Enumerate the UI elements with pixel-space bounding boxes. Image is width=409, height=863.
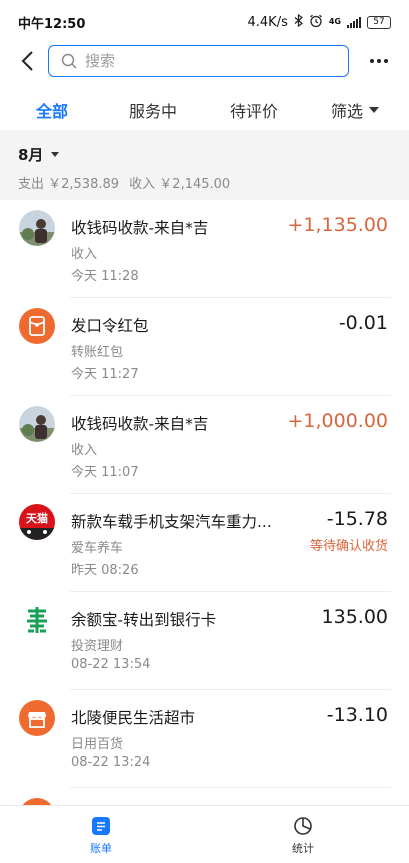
store-icon (19, 700, 55, 736)
transaction-title: 新款车载手机支架汽车重力... (71, 513, 272, 531)
status-time: 中午12:50 (18, 16, 86, 32)
month-label: 8月 (18, 146, 44, 164)
transaction-title: 发口令红包 (71, 317, 149, 335)
search-box[interactable] (48, 45, 349, 77)
search-header (0, 44, 409, 80)
tab-all[interactable]: 全部 (36, 98, 68, 122)
bluetooth-icon (294, 13, 303, 30)
month-selector[interactable]: 8月 (18, 144, 60, 165)
nav-statistics-label: 统计 (292, 842, 314, 855)
more-dot-icon (377, 59, 381, 63)
month-income: 收入 ￥2,145.00 (129, 177, 231, 192)
bottom-navigation: 账单 统计 (0, 805, 409, 863)
user-avatar-icon (19, 210, 55, 246)
red-packet-icon (19, 308, 55, 344)
dropdown-arrow-icon (369, 107, 380, 113)
tab-in-service[interactable]: 服务中 (129, 98, 177, 122)
svg-text:天猫: 天猫 (26, 511, 48, 525)
transaction-category: 爱车养车 (71, 541, 124, 556)
transaction-list: 收钱码收款-来自*吉 收入 今天 11:28 +1,135.00 发口令红包 转… (0, 200, 409, 834)
transaction-category: 投资理财 (71, 639, 124, 654)
more-options-button[interactable] (363, 46, 395, 76)
nav-bill[interactable]: 账单 (71, 816, 131, 856)
nav-statistics[interactable]: 统计 (273, 816, 333, 856)
more-dot-icon (384, 59, 388, 63)
search-input[interactable] (85, 52, 325, 70)
transaction-time: 今天 11:28 (71, 269, 139, 284)
user-avatar-icon (19, 406, 55, 442)
transaction-item[interactable]: 收钱码收款-来自*吉 收入 今天 11:07 +1,000.00 (0, 396, 409, 494)
search-icon (61, 53, 77, 69)
transaction-amount: 135.00 (321, 606, 388, 628)
month-summary-section: 8月 支出 ￥2,538.89 收入 ￥2,145.00 (0, 130, 409, 200)
bill-icon (92, 817, 110, 835)
transaction-category: 收入 (71, 247, 98, 262)
back-button[interactable] (12, 46, 42, 76)
signal-icon (347, 16, 361, 28)
transaction-time: 08-22 13:54 (71, 657, 151, 672)
transaction-category: 收入 (71, 443, 98, 458)
transaction-amount: +1,000.00 (287, 410, 388, 432)
status-bar: 中午12:50 4.4K/s 4G 57 (0, 0, 409, 44)
transaction-category: 日用百货 (71, 737, 124, 752)
transaction-category: 转账红包 (71, 345, 124, 360)
order-status: 等待确认收货 (309, 539, 388, 554)
filter-tabs: 全部 服务中 待评价 筛选 (0, 84, 409, 130)
tab-filter-label: 筛选 (331, 102, 364, 121)
transaction-item[interactable]: 天猫 新款车载手机支架汽车重力... 爱车养车 昨天 08:26 -15.78 … (0, 494, 409, 592)
transaction-time: 今天 11:07 (71, 465, 139, 480)
more-dot-icon (370, 59, 374, 63)
month-expense: 支出 ￥2,538.89 (18, 177, 120, 192)
tmall-icon: 天猫 (19, 504, 55, 540)
battery-icon: 57 (367, 15, 391, 29)
transaction-time: 08-22 13:24 (71, 755, 151, 770)
network-type: 4G (328, 17, 341, 26)
tab-filter[interactable]: 筛选 (331, 98, 380, 122)
bank-card-icon (19, 602, 55, 638)
transaction-amount: +1,135.00 (287, 214, 388, 236)
month-totals: 支出 ￥2,538.89 收入 ￥2,145.00 (18, 173, 236, 192)
transaction-item[interactable]: 余额宝-转出到银行卡 投资理财 08-22 13:54 135.00 (0, 592, 409, 690)
transaction-time: 昨天 08:26 (71, 563, 139, 578)
transaction-title: 北陵便民生活超市 (71, 709, 196, 727)
pie-chart-icon (294, 817, 312, 835)
transaction-title: 收钱码收款-来自*吉 (71, 415, 209, 433)
transaction-amount: -13.10 (326, 704, 388, 726)
status-indicators: 4.4K/s 4G 57 (247, 13, 391, 31)
transaction-item[interactable]: 收钱码收款-来自*吉 收入 今天 11:28 +1,135.00 (0, 200, 409, 298)
dropdown-arrow-icon (51, 152, 60, 157)
nav-bill-label: 账单 (90, 842, 112, 855)
alarm-clock-icon (309, 14, 323, 31)
network-speed: 4.4K/s (247, 14, 288, 30)
back-arrow-icon (21, 51, 33, 71)
transaction-amount: -0.01 (338, 312, 388, 334)
transaction-title: 余额宝-转出到银行卡 (71, 611, 217, 629)
transaction-title: 收钱码收款-来自*吉 (71, 219, 209, 237)
transaction-item[interactable]: 发口令红包 转账红包 今天 11:27 -0.01 (0, 298, 409, 396)
transaction-amount: -15.78 (326, 508, 388, 530)
transaction-time: 今天 11:27 (71, 367, 139, 382)
tab-to-review[interactable]: 待评价 (230, 98, 278, 122)
transaction-item[interactable]: 北陵便民生活超市 日用百货 08-22 13:24 -13.10 (0, 690, 409, 788)
